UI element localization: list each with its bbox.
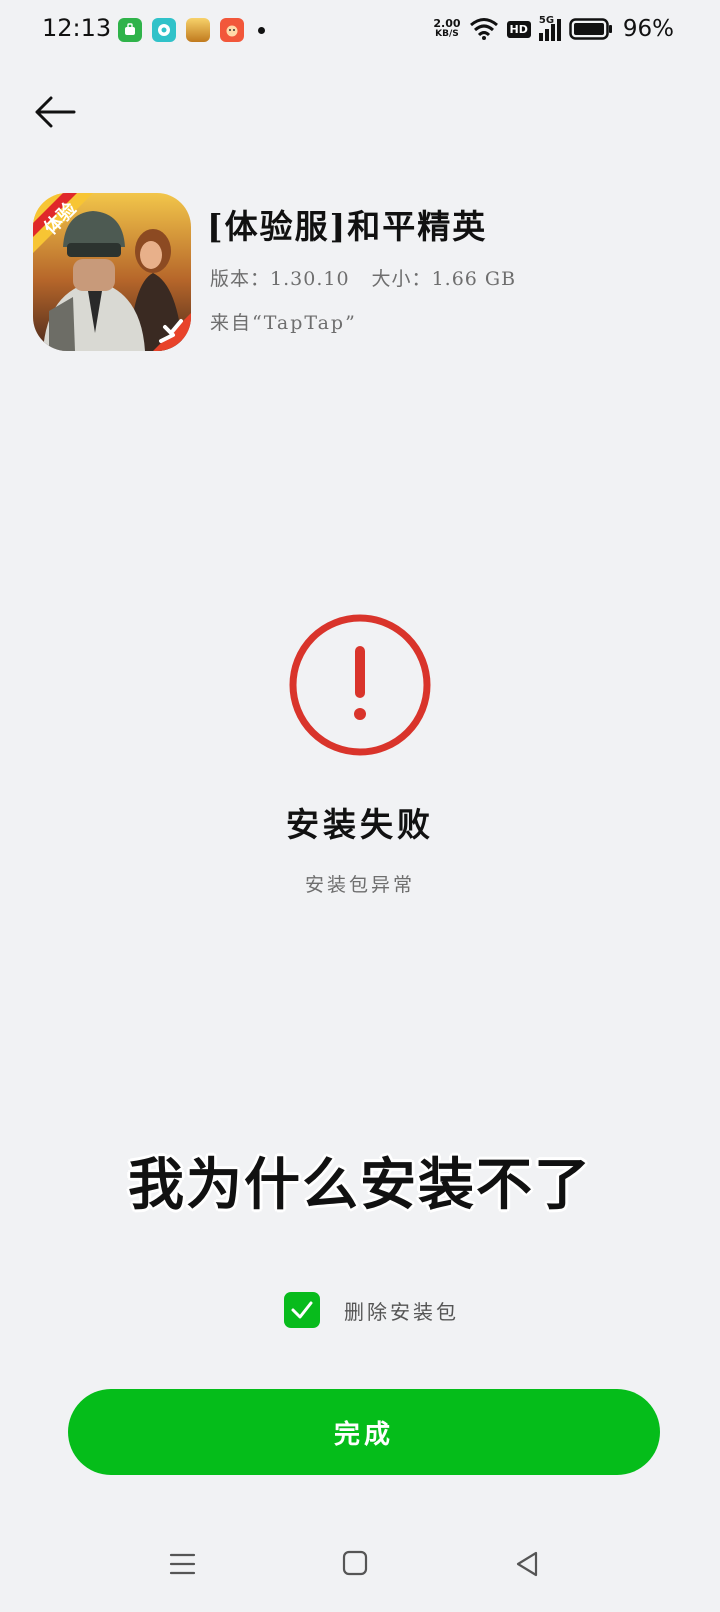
network-speed-unit: KB/S [435, 29, 459, 39]
app-meta: 版本：1.30.10 大小：1.66 GB [210, 264, 516, 291]
status-indicators: 2.00 KB/S HD 5G 96% [433, 15, 674, 42]
video-notification-icon [220, 18, 244, 42]
nav-home-button[interactable] [342, 1550, 368, 1576]
home-square-icon [342, 1550, 368, 1576]
nav-back-button[interactable] [514, 1550, 540, 1578]
done-button[interactable]: 完成 [68, 1389, 660, 1475]
back-triangle-icon [516, 1551, 538, 1577]
network-speed-value: 2.00 [433, 17, 461, 30]
chat-notification-icon [152, 18, 176, 42]
app-store-notification-icon [118, 18, 142, 42]
warning-icon [287, 612, 433, 758]
game-notification-icon [186, 18, 210, 42]
signal-icon: 5G [538, 15, 561, 41]
wifi-icon [469, 18, 498, 40]
notification-icons [118, 18, 265, 42]
app-title: [体验服]和平精英 [207, 207, 488, 246]
delete-package-label: 删除安装包 [344, 1299, 459, 1324]
battery-icon [569, 18, 612, 40]
more-notifications-dot [258, 26, 265, 34]
hd-badge: HD [506, 20, 531, 38]
size-value: 1.66 GB [431, 268, 517, 290]
nav-menu-button[interactable] [169, 1552, 196, 1576]
back-button[interactable] [32, 92, 78, 132]
version-value: 1.30.10 [270, 268, 350, 290]
network-speed: 2.00 KB/S [433, 18, 460, 40]
menu-icon [169, 1553, 196, 1575]
network-type: 5G [538, 15, 555, 26]
app-icon: 体验 [33, 193, 191, 351]
result-subtitle: 安装包异常 [304, 874, 415, 896]
size-label: 大小： [371, 268, 432, 290]
result-title: 安装失败 [286, 805, 434, 844]
app-source: 来自“TapTap” [210, 312, 357, 334]
delete-package-option[interactable]: 删除安装包 [284, 1292, 459, 1328]
video-caption: 我为什么安装不了 [128, 1153, 592, 1218]
battery-percent: 96% [622, 16, 674, 42]
delete-package-checkbox[interactable] [284, 1292, 320, 1328]
arrow-left-icon [35, 96, 76, 128]
version-label: 版本： [210, 268, 271, 290]
status-time: 12:13 [42, 14, 112, 42]
checkmark-icon [291, 1301, 313, 1319]
